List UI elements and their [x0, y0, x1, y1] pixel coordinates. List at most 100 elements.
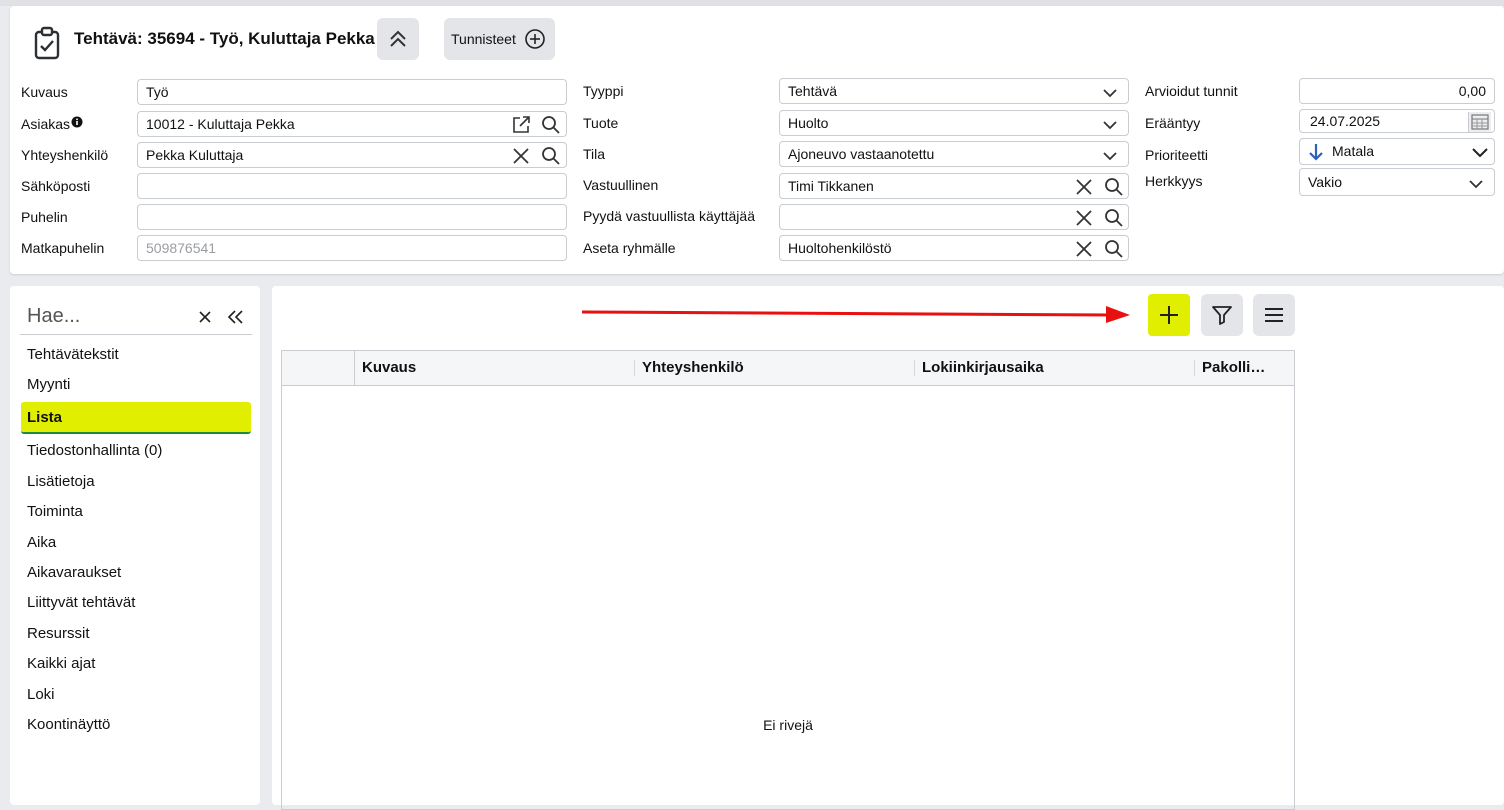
- assign-group-value: Huoltohenkilöstö: [788, 240, 892, 256]
- label-yhteyshenkilo: Yhteyshenkilö: [21, 147, 109, 163]
- estimated-hours-value: 0,00: [1458, 83, 1486, 99]
- sidebar-item-liittyvat-tehtavat[interactable]: Liittyvät tehtävät: [21, 587, 251, 619]
- label-tuote: Tuote: [583, 115, 619, 131]
- collapse-header-button[interactable]: [377, 18, 419, 60]
- chevron-down-icon: [1472, 148, 1488, 158]
- label-aseta-ryhmalle: Aseta ryhmälle: [583, 240, 676, 256]
- mobile-phone-field[interactable]: 509876541: [137, 235, 567, 261]
- sidebar-item-toiminta[interactable]: Toiminta: [21, 496, 251, 528]
- priority-value: Matala: [1332, 143, 1375, 159]
- status-select[interactable]: Ajoneuvo vastaanotettu: [779, 141, 1129, 167]
- collapse-sidebar-icon[interactable]: [226, 309, 244, 325]
- priority-select[interactable]: Matala: [1299, 138, 1495, 165]
- sidebar-item-tehtavatekstit[interactable]: Tehtävätekstit: [21, 339, 251, 371]
- page-title: Tehtävä: 35694 - Työ, Kuluttaja Pekka: [74, 29, 375, 48]
- main-panel: Kuvaus Yhteyshenkilö Lokiinkirjausaika P…: [272, 286, 1504, 810]
- chevron-down-icon: [1103, 89, 1117, 98]
- description-value: Työ: [146, 84, 169, 100]
- search-icon[interactable]: [541, 115, 561, 135]
- sensitivity-value: Vakio: [1308, 174, 1342, 190]
- search-icon[interactable]: [1104, 208, 1124, 228]
- label-arvioidut-tunnit: Arvioidut tunnit: [1145, 83, 1238, 99]
- contact-person-field[interactable]: Pekka Kuluttaja: [137, 142, 567, 168]
- data-grid: Kuvaus Yhteyshenkilö Lokiinkirjausaika P…: [281, 350, 1295, 810]
- column-header-yhteyshenkilo[interactable]: Yhteyshenkilö: [634, 351, 914, 385]
- sidebar-item-aika[interactable]: Aika: [21, 527, 251, 559]
- sidebar: Hae... Tehtävätekstit Myynti Lista Tiedo…: [10, 286, 260, 805]
- clear-search-icon[interactable]: [198, 310, 212, 324]
- clear-icon[interactable]: [1074, 239, 1094, 259]
- mobile-phone-placeholder: 509876541: [146, 240, 217, 256]
- label-puhelin: Puhelin: [21, 209, 68, 225]
- sidebar-item-myynti[interactable]: Myynti: [21, 369, 251, 401]
- contact-person-value: Pekka Kuluttaja: [146, 147, 244, 163]
- phone-field[interactable]: [137, 204, 567, 230]
- customer-label-text: Asiakas: [21, 116, 71, 132]
- arrow-down-icon: [1309, 144, 1323, 161]
- tags-button-label: Tunnisteet: [451, 31, 516, 47]
- estimated-hours-field[interactable]: 0,00: [1299, 78, 1495, 104]
- label-asiakas: Asiakas: [21, 115, 83, 133]
- sidebar-item-aikavaraukset[interactable]: Aikavaraukset: [21, 557, 251, 589]
- clear-icon[interactable]: [1074, 208, 1094, 228]
- label-herkkyys: Herkkyys: [1145, 173, 1203, 189]
- sidebar-item-kaikki-ajat[interactable]: Kaikki ajat: [21, 648, 251, 680]
- due-date-value: 24.07.2025: [1310, 113, 1381, 129]
- double-chevron-up-icon: [390, 30, 406, 47]
- label-kuvaus: Kuvaus: [21, 84, 68, 100]
- assign-group-field[interactable]: Huoltohenkilöstö: [779, 235, 1129, 261]
- label-tyyppi: Tyyppi: [583, 83, 624, 99]
- type-select[interactable]: Tehtävä: [779, 78, 1129, 104]
- sidebar-item-lista[interactable]: Lista: [21, 402, 251, 434]
- column-header-kuvaus[interactable]: Kuvaus: [354, 351, 634, 385]
- clear-icon[interactable]: [1074, 177, 1094, 197]
- due-date-field[interactable]: 24.07.2025: [1299, 109, 1495, 133]
- customer-value: 10012 - Kuluttaja Pekka: [146, 116, 295, 132]
- label-pyyda-vastuullista: Pyydä vastuullista käyttäjää: [583, 208, 755, 224]
- sidebar-item-lisatietoja[interactable]: Lisätietoja: [21, 466, 251, 498]
- responsible-value: Timi Tikkanen: [788, 178, 874, 194]
- search-icon[interactable]: [1104, 177, 1124, 197]
- sidebar-search: Hae...: [20, 298, 252, 335]
- search-icon[interactable]: [1104, 239, 1124, 259]
- plus-icon: [1160, 306, 1178, 324]
- responsible-field[interactable]: Timi Tikkanen: [779, 173, 1129, 199]
- customer-field[interactable]: 10012 - Kuluttaja Pekka: [137, 111, 567, 137]
- chevron-down-icon: [1469, 180, 1483, 189]
- sidebar-item-loki[interactable]: Loki: [21, 679, 251, 711]
- sidebar-search-input[interactable]: Hae...: [27, 305, 80, 328]
- chevron-down-icon: [1103, 152, 1117, 161]
- column-header-pakollinen[interactable]: Pakolli…: [1194, 351, 1294, 385]
- sensitivity-select[interactable]: Vakio: [1299, 168, 1495, 196]
- label-prioriteetti: Prioriteetti: [1145, 147, 1209, 163]
- column-header-lokiinkirjausaika[interactable]: Lokiinkirjausaika: [914, 351, 1194, 385]
- hamburger-menu-icon: [1265, 308, 1283, 322]
- label-vastuullinen: Vastuullinen: [583, 177, 659, 193]
- label-tila: Tila: [583, 146, 606, 162]
- tags-button[interactable]: Tunnisteet: [444, 18, 555, 60]
- calendar-icon[interactable]: [1468, 112, 1491, 132]
- filter-icon: [1212, 306, 1232, 325]
- product-value: Huolto: [788, 115, 829, 131]
- red-arrow-annotation: [582, 306, 1130, 323]
- clipboard-check-icon: [34, 26, 60, 60]
- task-header-panel: Tehtävä: 35694 - Työ, Kuluttaja Pekka Tu…: [10, 6, 1504, 274]
- label-eraantyy: Erääntyy: [1145, 115, 1201, 131]
- search-icon[interactable]: [541, 146, 561, 166]
- add-row-button[interactable]: [1148, 294, 1190, 336]
- clear-icon[interactable]: [511, 146, 531, 166]
- filter-button[interactable]: [1201, 294, 1243, 336]
- info-icon[interactable]: [71, 116, 83, 128]
- label-matkapuhelin: Matkapuhelin: [21, 240, 105, 256]
- open-external-icon[interactable]: [511, 115, 531, 135]
- description-field[interactable]: Työ: [137, 79, 567, 105]
- sidebar-item-koontinaytto[interactable]: Koontinäyttö: [21, 709, 251, 741]
- product-select[interactable]: Huolto: [779, 110, 1129, 136]
- sidebar-item-tiedostonhallinta[interactable]: Tiedostonhallinta (0): [21, 435, 251, 467]
- sidebar-item-resurssit[interactable]: Resurssit: [21, 618, 251, 650]
- menu-button[interactable]: [1253, 294, 1295, 336]
- empty-grid-message: Ei rivejä: [763, 717, 813, 733]
- grid-header: Kuvaus Yhteyshenkilö Lokiinkirjausaika P…: [282, 351, 1294, 386]
- request-responsible-field[interactable]: [779, 204, 1129, 230]
- email-field[interactable]: [137, 173, 567, 199]
